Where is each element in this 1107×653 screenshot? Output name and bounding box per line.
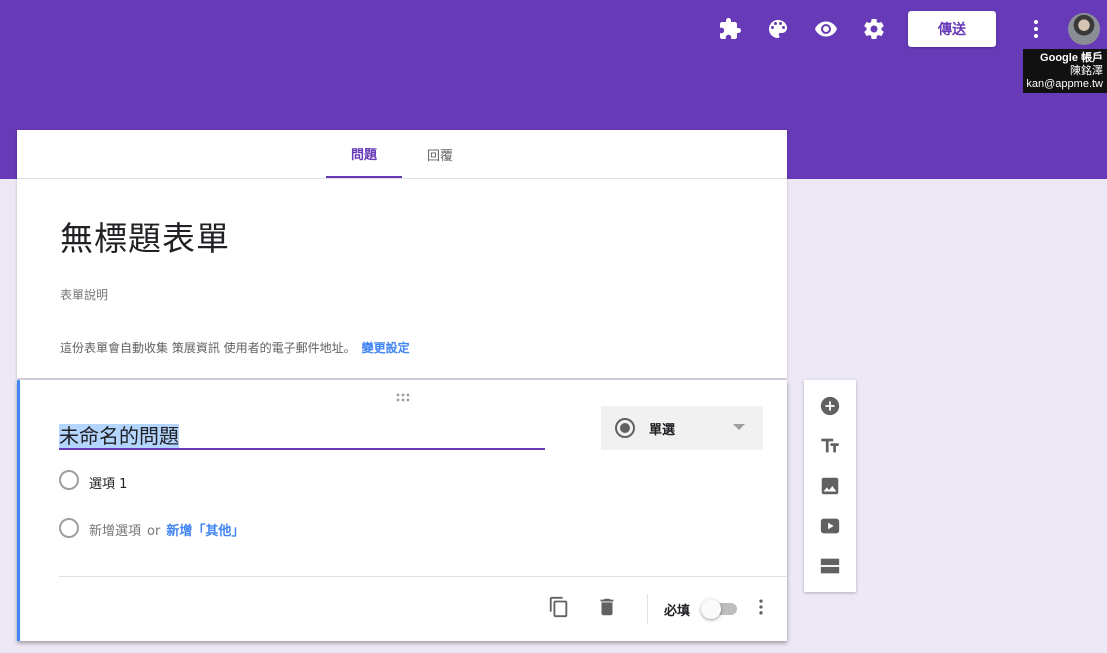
side-toolbar [804, 380, 856, 592]
radio-button-icon [615, 418, 635, 438]
account-tooltip: Google 帳戶 陳銘澤 kan@appme.tw [1023, 49, 1107, 93]
video-icon[interactable] [818, 514, 842, 538]
option-label[interactable]: 選項 1 [89, 473, 127, 492]
required-label: 必填 [664, 604, 691, 619]
gear-icon[interactable] [860, 15, 888, 43]
notice-text: 這份表單會自動收集 策展資訊 使用者的電子郵件地址。 [60, 341, 356, 355]
form-title[interactable]: 無標題表單 [60, 212, 230, 260]
duplicate-icon[interactable] [547, 595, 571, 619]
form-header-card: 問題 回覆 無標題表單 表單說明 這份表單會自動收集 策展資訊 使用者的電子郵件… [17, 130, 787, 378]
tooltip-user-name: 陳銘澤 [1070, 65, 1103, 77]
tab-bar: 問題 回覆 [17, 130, 787, 179]
tab-questions[interactable]: 問題 [326, 130, 402, 178]
question-type-dropdown[interactable]: 單選 [601, 406, 763, 450]
title-text-icon[interactable] [818, 434, 842, 458]
tooltip-user-email: kan@appme.tw [1026, 78, 1103, 90]
image-icon[interactable] [818, 474, 842, 498]
footer-divider [647, 594, 648, 624]
palette-icon[interactable] [764, 15, 792, 43]
question-title-text: 未命名的問題 [59, 424, 179, 448]
tooltip-account-label: Google 帳戶 [1040, 52, 1103, 64]
section-icon[interactable] [818, 554, 842, 578]
email-collection-notice: 這份表單會自動收集 策展資訊 使用者的電子郵件地址。 變更設定 [60, 339, 410, 356]
question-card: 未命名的問題 單選 選項 1 新增選項 or 新增「其他」 必填 [17, 380, 787, 641]
or-label: or [147, 524, 161, 539]
add-question-icon[interactable] [818, 394, 842, 418]
change-settings-link[interactable]: 變更設定 [362, 341, 410, 355]
avatar[interactable] [1068, 13, 1100, 45]
question-type-label: 單選 [649, 422, 676, 438]
add-option-link[interactable]: 新增選項 [89, 524, 141, 539]
add-option-row: 新增選項 or 新增「其他」 [89, 520, 244, 539]
drag-handle-icon[interactable] [395, 388, 411, 402]
divider [59, 576, 787, 577]
more-vert-icon[interactable] [1022, 15, 1050, 43]
eye-icon[interactable] [812, 15, 840, 43]
option-radio [59, 470, 79, 490]
toggle-thumb [701, 599, 721, 619]
puzzle-icon[interactable] [716, 15, 744, 43]
add-option-radio [59, 518, 79, 538]
tab-responses[interactable]: 回覆 [406, 130, 474, 178]
required-toggle[interactable] [701, 599, 737, 619]
send-button[interactable]: 傳送 [908, 11, 996, 47]
form-description-field[interactable]: 表單說明 [60, 286, 108, 303]
add-other-link[interactable]: 新增「其他」 [166, 524, 244, 539]
delete-icon[interactable] [595, 595, 619, 619]
question-title-input[interactable]: 未命名的問題 [59, 420, 545, 450]
chevron-down-icon [733, 424, 745, 430]
more-options-icon[interactable] [749, 595, 773, 619]
